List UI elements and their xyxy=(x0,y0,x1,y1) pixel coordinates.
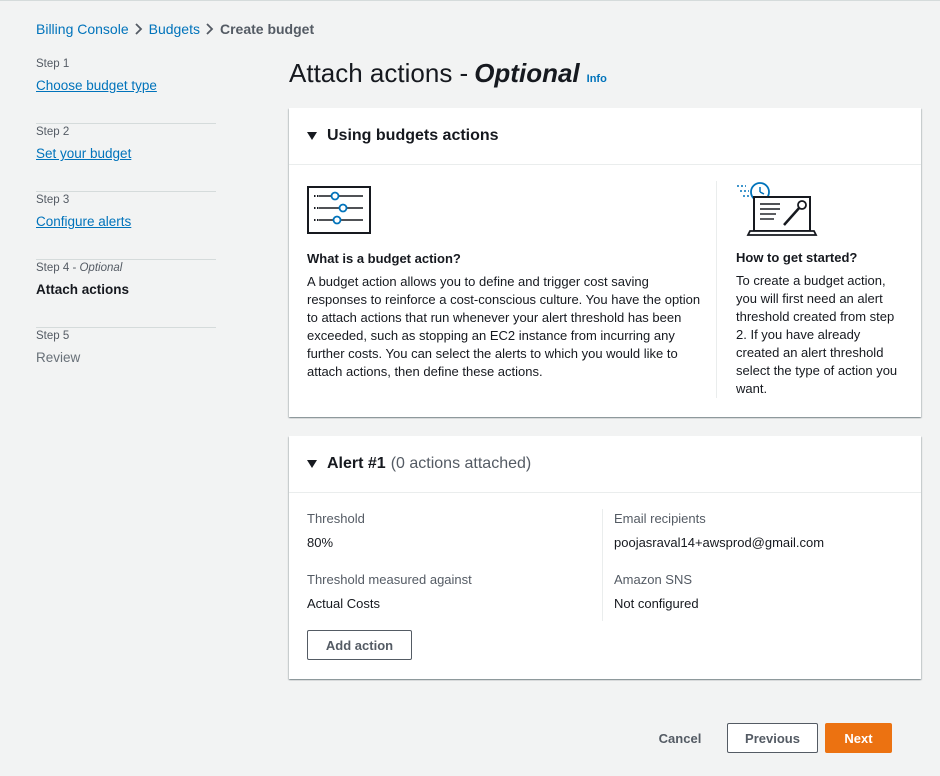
step-3: Step 3 Configure alerts xyxy=(36,192,216,260)
step-review: Review xyxy=(36,350,81,365)
page-title-optional: Optional xyxy=(474,58,580,88)
panel-title: Using budgets actions xyxy=(327,127,499,144)
threshold-label: Threshold xyxy=(307,511,365,526)
wizard-steps: Step 1 Choose budget type Step 2 Set you… xyxy=(36,56,216,396)
page-title-text: Attach actions - xyxy=(289,58,469,88)
breadcrumb: Billing Console Budgets Create budget xyxy=(36,20,314,38)
step-link-set-your-budget[interactable]: Set your budget xyxy=(36,146,131,161)
step-number: Step 5 xyxy=(36,330,70,342)
previous-button[interactable]: Previous xyxy=(727,723,818,753)
measured-against-label: Threshold measured against xyxy=(307,572,472,587)
chevron-right-icon xyxy=(129,23,149,35)
info-link[interactable]: Info xyxy=(587,73,607,85)
how-to-get-started-title: How to get started? xyxy=(736,250,858,265)
step-number: Step 2 xyxy=(36,126,70,138)
step-link-configure-alerts[interactable]: Configure alerts xyxy=(36,214,131,229)
step-4: Step 4 - Optional Attach actions xyxy=(36,260,216,328)
next-button[interactable]: Next xyxy=(825,723,892,753)
step-2: Step 2 Set your budget xyxy=(36,124,216,192)
amazon-sns-label: Amazon SNS xyxy=(614,572,693,587)
step-current-attach-actions: Attach actions xyxy=(36,282,130,297)
step-number-text: Step 4 xyxy=(36,262,70,274)
caret-down-icon xyxy=(307,132,317,140)
using-budgets-actions-panel: Using budgets actions What is a budget a… xyxy=(289,108,921,417)
laptop-wrench-icon xyxy=(737,182,818,236)
add-action-button[interactable]: Add action xyxy=(307,630,412,660)
getting-started-info: How to get started? To create a budget a… xyxy=(716,181,906,398)
alert-1-toggle[interactable]: Alert #1 (0 actions attached) xyxy=(289,436,921,493)
breadcrumb-billing-console[interactable]: Billing Console xyxy=(36,21,129,37)
top-divider xyxy=(0,0,940,1)
step-optional-tag: Optional xyxy=(79,262,123,274)
threshold-value: 80% xyxy=(307,535,334,550)
alert-1-panel: Alert #1 (0 actions attached) Threshold … xyxy=(289,436,921,679)
cancel-button[interactable]: Cancel xyxy=(650,723,710,753)
measured-against-value: Actual Costs xyxy=(307,596,380,611)
step-number: Step 3 xyxy=(36,194,70,206)
breadcrumb-budgets[interactable]: Budgets xyxy=(149,21,200,37)
budget-action-info: What is a budget action? A budget action… xyxy=(307,186,707,381)
alert-title: Alert #1 xyxy=(327,455,386,472)
alert-actions-count: (0 actions attached) xyxy=(390,455,532,472)
step-number: Step 4 - Optional xyxy=(36,262,123,274)
what-is-budget-action-title: What is a budget action? xyxy=(307,251,461,266)
sliders-icon xyxy=(307,186,371,234)
step-link-choose-budget-type[interactable]: Choose budget type xyxy=(36,78,157,93)
breadcrumb-current: Create budget xyxy=(219,21,315,37)
amazon-sns-value: Not configured xyxy=(614,596,699,611)
using-budgets-actions-toggle[interactable]: Using budgets actions xyxy=(289,108,921,165)
step-number: Step 1 xyxy=(36,58,70,70)
email-recipients-value: poojasraval14+awsprod@gmail.com xyxy=(614,535,825,550)
what-is-budget-action-text: A budget action allows you to define and… xyxy=(307,274,701,379)
caret-down-icon xyxy=(307,460,317,468)
step-1: Step 1 Choose budget type xyxy=(36,56,216,124)
chevron-right-icon xyxy=(200,23,220,35)
page-title: Attach actions - Optional Info xyxy=(289,58,607,89)
how-to-get-started-text: To create a budget action, you will firs… xyxy=(736,273,898,396)
email-recipients-label: Email recipients xyxy=(614,511,706,526)
step-5: Step 5 Review xyxy=(36,328,216,396)
alert-notification-details: Email recipients poojasraval14+awsprod@g… xyxy=(614,509,904,633)
alert-threshold-details: Threshold 80% Threshold measured against… xyxy=(307,509,603,621)
